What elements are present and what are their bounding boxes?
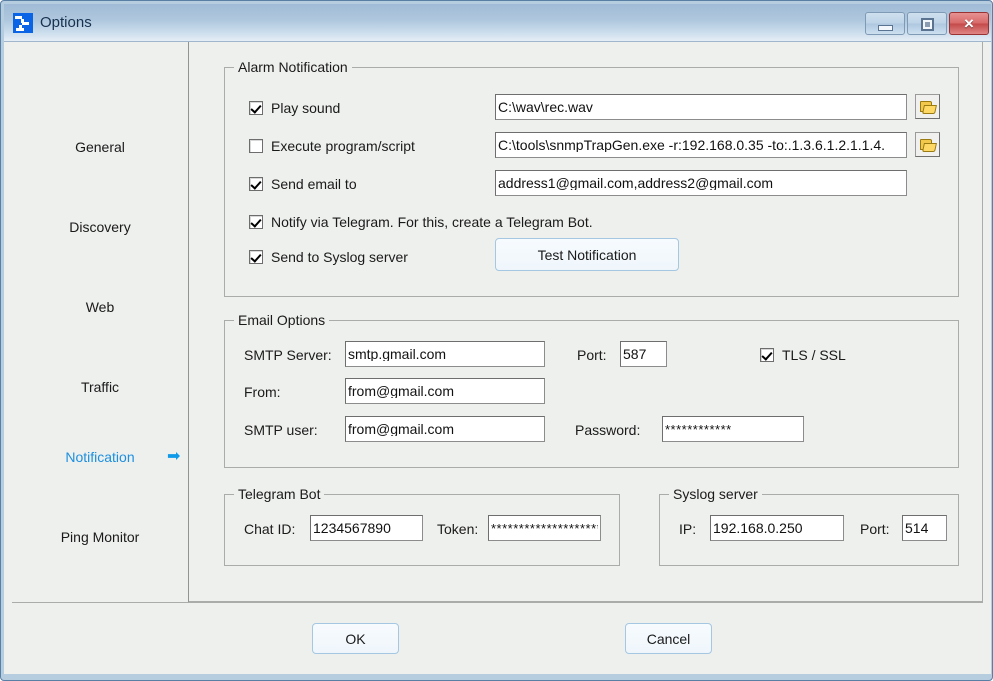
content-panel: Alarm Notification Play sound C:\wav\rec… xyxy=(189,42,991,602)
arrow-right-icon: ➡ xyxy=(167,448,181,465)
folder-icon xyxy=(920,139,937,152)
sidebar-item-traffic[interactable]: Traffic xyxy=(12,375,188,399)
send-email-label: Send email to xyxy=(271,176,357,192)
syslog-server-group: Syslog server IP: 192.168.0.250 Port: 51… xyxy=(659,486,959,566)
footer-bar: OK Cancel xyxy=(4,603,991,674)
smtp-server-label: SMTP Server: xyxy=(244,347,332,363)
alarm-notification-group: Alarm Notification Play sound C:\wav\rec… xyxy=(224,59,959,297)
alarm-notification-legend: Alarm Notification xyxy=(234,59,352,75)
syslog-port-label: Port: xyxy=(860,521,890,537)
folder-icon xyxy=(920,101,937,114)
sidebar-item-discovery[interactable]: Discovery xyxy=(12,215,188,239)
tls-ssl-label: TLS / SSL xyxy=(782,347,846,363)
checkbox-box xyxy=(249,101,263,115)
execute-program-path-input[interactable]: C:\tools\snmpTrapGen.exe -r:192.168.0.35… xyxy=(495,132,907,158)
window-title: Options xyxy=(40,14,92,31)
sidebar-item-general[interactable]: General xyxy=(12,135,188,159)
notify-telegram-label: Notify via Telegram. For this, create a … xyxy=(271,214,593,230)
smtp-user-label: SMTP user: xyxy=(244,422,318,438)
send-syslog-label: Send to Syslog server xyxy=(271,249,408,265)
maximize-icon xyxy=(921,18,934,31)
close-button[interactable]: × xyxy=(949,12,989,35)
client-area: General Discovery Web Traffic Notificati… xyxy=(4,42,991,674)
checkbox-box xyxy=(760,348,774,362)
send-syslog-checkbox[interactable]: Send to Syslog server xyxy=(249,248,408,266)
sidebar-item-label: Ping Monitor xyxy=(60,529,140,545)
sidebar-item-label: Traffic xyxy=(80,379,120,395)
sidebar-item-ping-monitor[interactable]: Ping Monitor xyxy=(12,525,188,549)
checkbox-box xyxy=(249,139,263,153)
smtp-port-input[interactable]: 587 xyxy=(620,341,667,367)
execute-program-checkbox[interactable]: Execute program/script xyxy=(249,137,415,155)
email-options-legend: Email Options xyxy=(234,312,330,328)
ok-button[interactable]: OK xyxy=(312,623,399,654)
smtp-server-input[interactable]: smtp.gmail.com xyxy=(345,341,545,367)
chat-id-label: Chat ID: xyxy=(244,521,296,537)
play-sound-browse-button[interactable] xyxy=(915,94,940,119)
minimize-button[interactable] xyxy=(865,12,905,35)
telegram-token-label: Token: xyxy=(437,521,479,537)
cancel-button[interactable]: Cancel xyxy=(625,623,712,654)
play-sound-path-input[interactable]: C:\wav\rec.wav xyxy=(495,94,907,120)
sidebar-item-notification[interactable]: Notification ➡ xyxy=(12,445,188,469)
sidebar-item-label: Discovery xyxy=(69,219,131,235)
telegram-bot-legend: Telegram Bot xyxy=(234,486,325,502)
smtp-port-label: Port: xyxy=(577,347,607,363)
maximize-button[interactable] xyxy=(907,12,947,35)
password-label: Password: xyxy=(575,422,641,438)
test-notification-button[interactable]: Test Notification xyxy=(495,238,679,271)
send-email-addresses-input[interactable]: address1@gmail.com,address2@gmail.com xyxy=(495,170,907,196)
tls-ssl-checkbox[interactable]: TLS / SSL xyxy=(760,346,846,364)
checkbox-box xyxy=(249,250,263,264)
syslog-port-input[interactable]: 514 xyxy=(902,515,947,541)
play-sound-checkbox[interactable]: Play sound xyxy=(249,99,340,117)
syslog-ip-input[interactable]: 192.168.0.250 xyxy=(710,515,844,541)
telegram-bot-group: Telegram Bot Chat ID: 1234567890 Token: … xyxy=(224,486,620,566)
execute-program-label: Execute program/script xyxy=(271,138,415,154)
from-label: From: xyxy=(244,384,281,400)
password-input[interactable]: ************ xyxy=(662,416,804,442)
title-bar[interactable]: Options × xyxy=(4,4,991,42)
email-options-group: Email Options SMTP Server: smtp.gmail.co… xyxy=(224,312,959,468)
telegram-token-input[interactable]: ******************** xyxy=(488,515,601,541)
play-sound-label: Play sound xyxy=(271,100,341,116)
execute-program-browse-button[interactable] xyxy=(915,132,940,157)
sidebar-item-label: General xyxy=(75,139,125,155)
send-email-checkbox[interactable]: Send email to xyxy=(249,175,357,193)
app-network-icon xyxy=(13,13,33,33)
close-icon: × xyxy=(964,14,974,33)
sidebar-item-web[interactable]: Web xyxy=(12,295,188,319)
chat-id-input[interactable]: 1234567890 xyxy=(310,515,423,541)
sidebar: General Discovery Web Traffic Notificati… xyxy=(12,42,189,602)
smtp-user-input[interactable]: from@gmail.com xyxy=(345,416,545,442)
syslog-server-legend: Syslog server xyxy=(669,486,762,502)
checkbox-box xyxy=(249,177,263,191)
checkbox-box xyxy=(249,215,263,229)
sidebar-item-label: Web xyxy=(85,299,115,315)
syslog-ip-label: IP: xyxy=(679,521,697,537)
minimize-icon xyxy=(878,25,893,31)
notify-telegram-checkbox[interactable]: Notify via Telegram. For this, create a … xyxy=(249,213,593,231)
from-input[interactable]: from@gmail.com xyxy=(345,378,545,404)
options-window: Options × General Discovery Web Traffic xyxy=(0,0,993,681)
sidebar-item-label: Notification xyxy=(65,449,135,465)
